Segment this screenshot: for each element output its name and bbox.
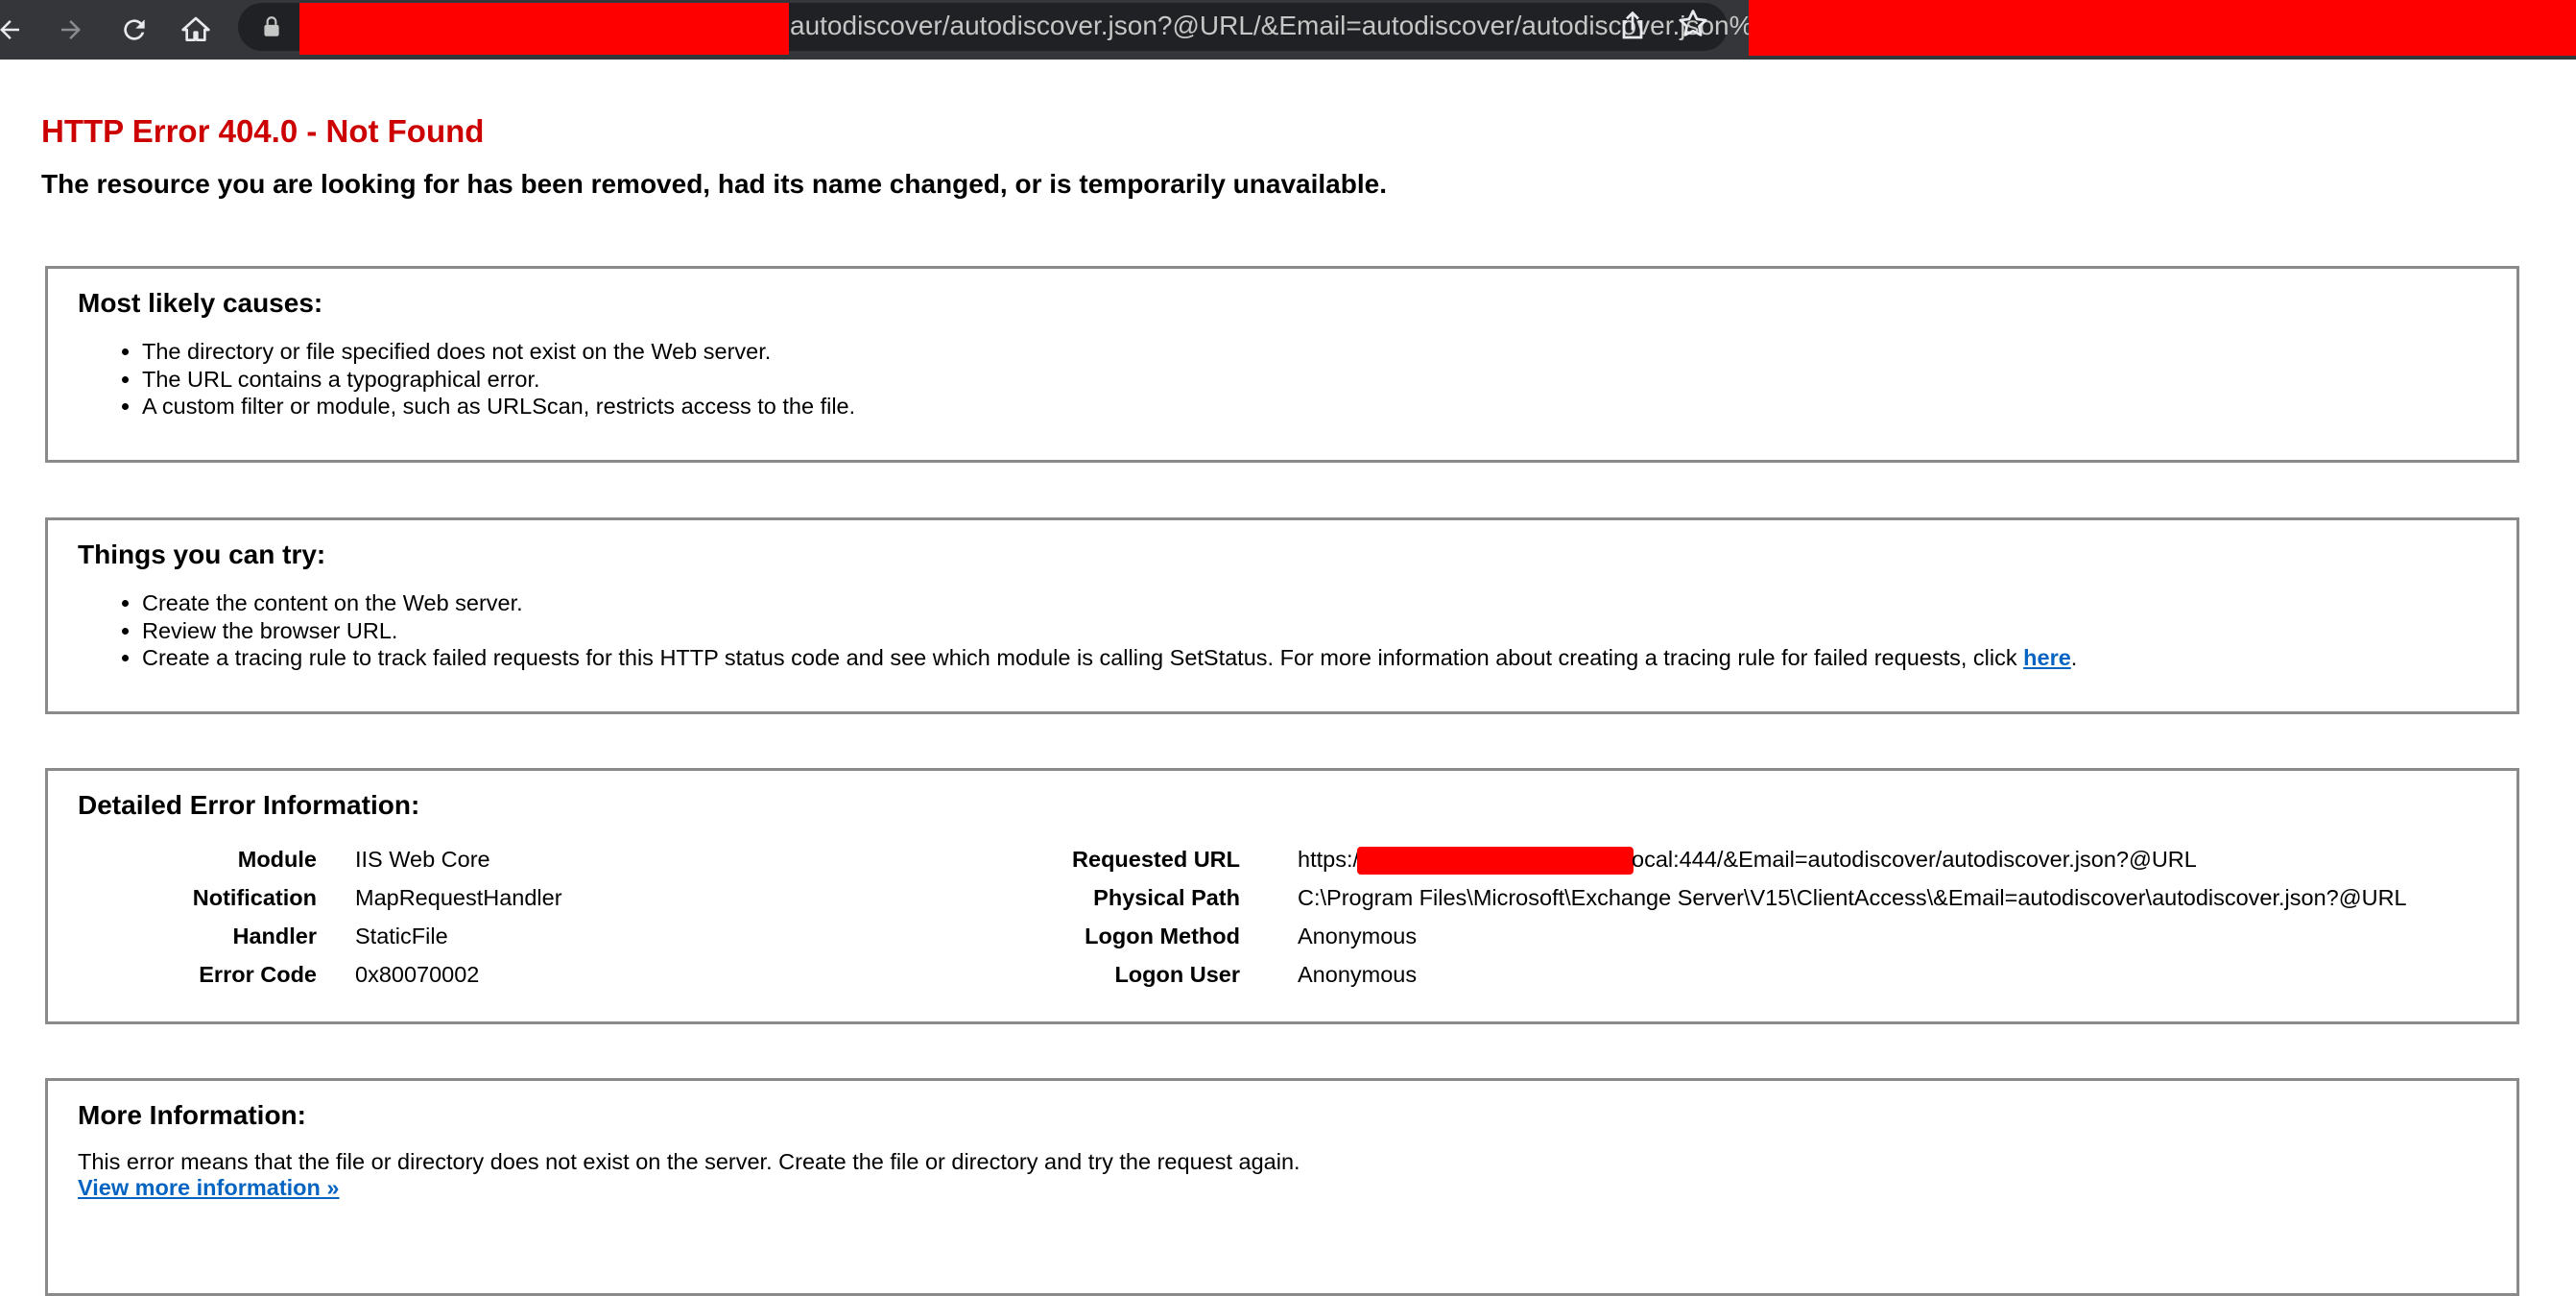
page-content: HTTP Error 404.0 - Not Found The resourc… <box>0 60 2576 1296</box>
logon-method-value: Anonymous <box>1298 924 1418 948</box>
more-info-section: More Information: This error means that … <box>45 1078 2519 1296</box>
view-more-information-link[interactable]: View more information » <box>78 1175 340 1200</box>
logon-method-label: Logon Method <box>1085 924 1240 948</box>
details-section: Detailed Error Information: Module Notif… <box>45 768 2519 1024</box>
requested-url-prefix: https:/ <box>1298 847 1360 872</box>
more-info-heading: More Information: <box>78 1100 306 1130</box>
list-item: A custom filter or module, such as URLSc… <box>142 393 855 420</box>
page-title: HTTP Error 404.0 - Not Found <box>41 113 485 149</box>
list-item: Create a tracing rule to track failed re… <box>142 644 2077 672</box>
causes-section: Most likely causes: The directory or fil… <box>45 266 2519 463</box>
requested-url-label: Requested URL <box>1072 847 1240 872</box>
notification-value: MapRequestHandler <box>355 885 562 910</box>
logon-user-value: Anonymous <box>1298 962 1418 987</box>
list-item: Create the content on the Web server. <box>142 589 2077 617</box>
try-list: Create the content on the Web server. Re… <box>119 589 2077 672</box>
arrow-right-icon[interactable] <box>48 8 94 52</box>
causes-list: The directory or file specified does not… <box>119 338 855 420</box>
details-left-labels: Module Notification Handler Error Code <box>48 840 317 994</box>
requested-url-suffix: ocal:444/&Email=autodiscover/autodiscove… <box>1632 847 2197 872</box>
more-info-text: This error means that the file or direct… <box>78 1149 1300 1174</box>
list-item: The directory or file specified does not… <box>142 338 855 366</box>
physical-path-label: Physical Path <box>1093 885 1240 910</box>
handler-label: Handler <box>232 924 318 948</box>
error-code-value: 0x80070002 <box>355 962 480 987</box>
redaction-block <box>1749 0 2576 56</box>
redaction-block <box>1357 847 1634 876</box>
error-code-label: Error Code <box>199 962 317 987</box>
arrow-left-icon[interactable] <box>0 8 33 52</box>
notification-label: Notification <box>192 885 317 910</box>
requested-url-value: https:/ ocal:444/&Email=autodiscover/auto… <box>1298 840 2407 878</box>
redaction-block <box>299 3 789 55</box>
share-icon[interactable] <box>1615 9 1652 45</box>
try-section: Things you can try: Create the content o… <box>45 517 2519 714</box>
list-item: The URL contains a typographical error. <box>142 366 855 394</box>
list-item-end: . <box>2070 645 2078 670</box>
address-bar[interactable]: autodiscover/autodiscover.json?@URL/&Ema… <box>238 3 1776 55</box>
details-right-values: https:/ ocal:444/&Email=autodiscover/auto… <box>1298 840 2407 994</box>
module-label: Module <box>237 847 317 872</box>
page-subtitle: The resource you are looking for has bee… <box>41 169 1387 199</box>
reload-icon[interactable] <box>111 8 157 52</box>
details-heading: Detailed Error Information: <box>78 790 420 820</box>
home-icon[interactable] <box>173 8 219 52</box>
module-value: IIS Web Core <box>355 847 490 872</box>
physical-path-value: C:\Program Files\Microsoft\Exchange Serv… <box>1298 885 2407 910</box>
list-item: Review the browser URL. <box>142 617 2077 645</box>
handler-value: StaticFile <box>355 924 448 948</box>
try-heading: Things you can try: <box>78 540 326 569</box>
here-link[interactable]: here <box>2023 645 2071 670</box>
browser-toolbar: autodiscover/autodiscover.json?@URL/&Ema… <box>0 0 2576 60</box>
lock-icon[interactable] <box>259 14 284 39</box>
details-right-labels: Requested URL Physical Path Logon Method… <box>950 840 1240 994</box>
causes-heading: Most likely causes: <box>78 288 323 318</box>
list-item-text: Create a tracing rule to track failed re… <box>142 645 2024 670</box>
logon-user-label: Logon User <box>1114 962 1240 987</box>
details-left-values: IIS Web Core MapRequestHandler StaticFil… <box>355 840 562 994</box>
star-icon[interactable] <box>1676 7 1710 50</box>
